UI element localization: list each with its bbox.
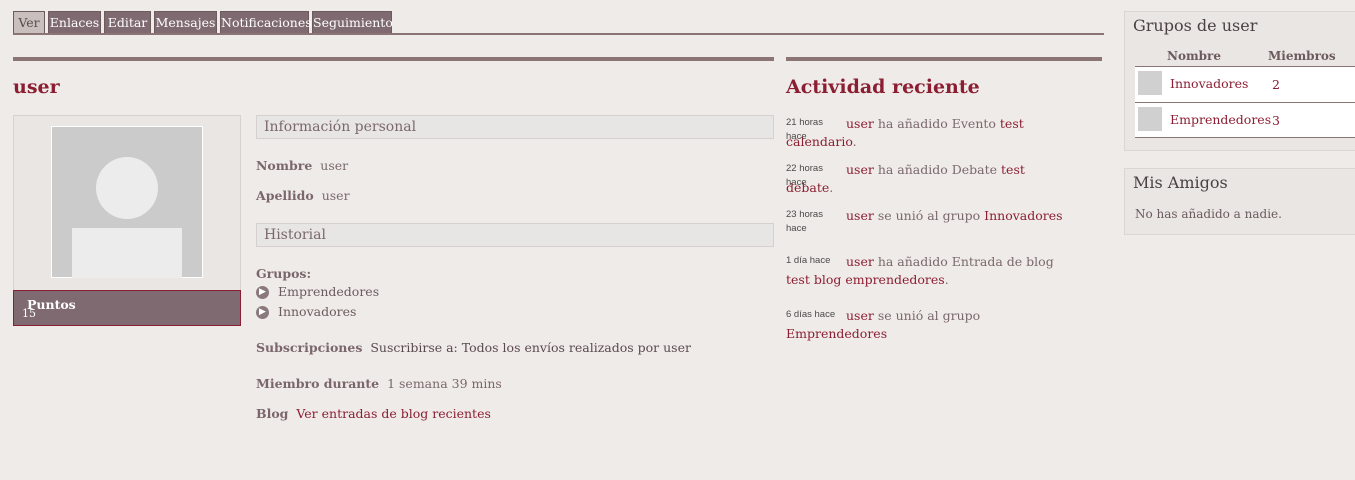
group-name: Innovadores (278, 304, 357, 319)
activity-suffix: . (944, 272, 949, 287)
profile-rule (13, 57, 774, 61)
activity-suffix: . (829, 180, 834, 195)
tab-bar: Ver Enlaces Editar Mensajes Notificacion… (13, 11, 1104, 35)
groups-box-title: Grupos de user (1133, 16, 1258, 35)
activity-text: ha añadido Evento (873, 116, 1000, 131)
tab-editar[interactable]: Editar (104, 11, 151, 33)
subscriptions-value[interactable]: Suscribirse a: Todos los envíos realizad… (370, 340, 691, 355)
activity-target-link[interactable]: Innovadores (984, 208, 1062, 223)
avatar-body-shape (72, 228, 182, 278)
activity-text: se unió al grupo (873, 208, 985, 223)
friends-box: Mis Amigos No has añadido a nadie. (1124, 168, 1355, 235)
activity-item: user se unió al grupo Innovadores (786, 207, 1076, 225)
activity-item: user ha añadido Entrada de blog test blo… (786, 253, 1076, 289)
activity-user-link[interactable]: user (846, 208, 874, 223)
avatar[interactable] (51, 126, 203, 278)
list-item[interactable]: ▶ Innovadores (256, 304, 356, 320)
group-name-link[interactable]: Emprendedores (1170, 112, 1271, 127)
group-members-count[interactable]: 2 (1272, 77, 1280, 92)
groups-col-name: Nombre (1167, 49, 1222, 63)
page-title: user (13, 76, 60, 98)
first-name-label: Nombre (256, 158, 313, 173)
friends-empty-text: No has añadido a nadie. (1135, 207, 1282, 221)
friends-box-title: Mis Amigos (1133, 173, 1228, 192)
blog-link[interactable]: Ver entradas de blog recientes (296, 406, 491, 421)
activity-suffix: . (852, 134, 857, 149)
last-name-label: Apellido (256, 188, 314, 203)
activity-text: ha añadido Entrada de blog (873, 254, 1054, 269)
table-row[interactable]: Emprendedores 3 (1135, 102, 1355, 138)
history-heading: Historial (256, 223, 774, 247)
activity-rule (786, 57, 1102, 61)
activity-user-link[interactable]: user (846, 308, 874, 323)
groups-col-members: Miembros (1268, 49, 1336, 63)
member-for-field: Miembro durante 1 semana 39 mins (256, 376, 502, 391)
last-name-field: Apellido user (256, 188, 350, 203)
chevron-right-icon: ▶ (256, 306, 269, 319)
activity-target-link[interactable]: test blog emprendedores (786, 272, 945, 287)
group-icon (1138, 107, 1162, 131)
first-name-value: user (320, 158, 349, 173)
groups-box: Grupos de user Nombre Miembros Innovador… (1124, 11, 1355, 151)
group-members-count[interactable]: 3 (1272, 113, 1280, 128)
points-value: 15 (22, 307, 36, 320)
group-icon (1138, 71, 1162, 95)
last-name-value: user (321, 188, 350, 203)
blog-field: Blog Ver entradas de blog recientes (256, 406, 491, 421)
tab-seguimiento[interactable]: Seguimiento (312, 11, 393, 33)
groups-field: Grupos: (256, 266, 315, 281)
activity-user-link[interactable]: user (846, 162, 874, 177)
tab-enlaces[interactable]: Enlaces (48, 11, 101, 33)
table-row[interactable]: Innovadores 2 (1135, 66, 1355, 102)
activity-item: user ha añadido Debate test debate. (786, 161, 1076, 197)
member-for-label: Miembro durante (256, 376, 380, 391)
group-name: Emprendedores (278, 284, 380, 299)
avatar-card: Puntos 15 (13, 115, 241, 326)
activity-text: se unió al grupo (873, 308, 981, 323)
activity-title: Actividad reciente (786, 76, 980, 98)
first-name-field: Nombre user (256, 158, 348, 173)
activity-target-link[interactable]: Emprendedores (786, 326, 887, 341)
subscriptions-label: Subscripciones (256, 340, 363, 355)
subscriptions-field: Subscripciones Suscribirse a: Todos los … (256, 340, 691, 355)
tab-ver[interactable]: Ver (13, 11, 45, 33)
activity-text: ha añadido Debate (873, 162, 1002, 177)
tab-notificaciones[interactable]: Notificaciones (220, 11, 312, 33)
activity-item: user se unió al grupo Emprendedores (786, 307, 1076, 343)
group-name-link[interactable]: Innovadores (1170, 76, 1248, 91)
points-box: Puntos 15 (13, 290, 241, 326)
activity-user-link[interactable]: user (846, 116, 874, 131)
list-item[interactable]: ▶ Emprendedores (256, 284, 379, 300)
activity-item: user ha añadido Evento test calendario. (786, 115, 1076, 151)
avatar-head-shape (96, 157, 158, 219)
personal-info-heading: Información personal (256, 115, 774, 139)
tab-mensajes[interactable]: Mensajes (154, 11, 217, 33)
activity-user-link[interactable]: user (846, 254, 874, 269)
chevron-right-icon: ▶ (256, 286, 269, 299)
blog-label: Blog (256, 406, 289, 421)
groups-label: Grupos: (256, 266, 312, 281)
member-for-value: 1 semana 39 mins (387, 376, 502, 391)
